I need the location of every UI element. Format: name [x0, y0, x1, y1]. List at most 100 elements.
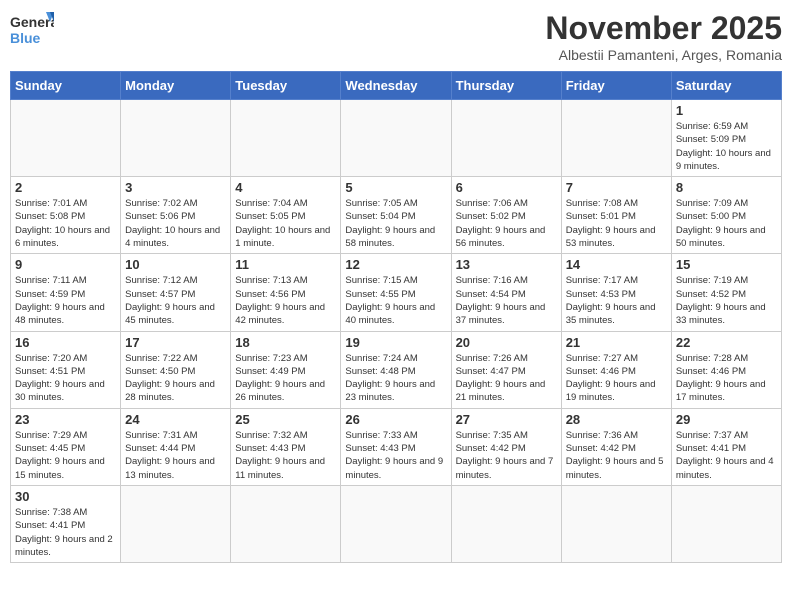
day-info: Sunrise: 7:13 AM Sunset: 4:56 PM Dayligh… [235, 274, 336, 327]
day-info: Sunrise: 7:27 AM Sunset: 4:46 PM Dayligh… [566, 352, 667, 405]
calendar-week-row: 9Sunrise: 7:11 AM Sunset: 4:59 PM Daylig… [11, 254, 782, 331]
day-info: Sunrise: 7:19 AM Sunset: 4:52 PM Dayligh… [676, 274, 777, 327]
col-header-friday: Friday [561, 72, 671, 100]
calendar-cell [341, 485, 451, 562]
day-number: 26 [345, 412, 446, 427]
calendar-cell: 29 Sunrise: 7:37 AM Sunset: 4:41 PM Dayli… [671, 408, 781, 485]
calendar-cell [121, 100, 231, 177]
calendar-cell [561, 485, 671, 562]
day-number: 28 [566, 412, 667, 427]
calendar-cell: 15 Sunrise: 7:19 AM Sunset: 4:52 PM Dayli… [671, 254, 781, 331]
calendar-cell [341, 100, 451, 177]
day-number: 17 [125, 335, 226, 350]
logo-container: General Blue [10, 10, 54, 48]
calendar-week-row: 2Sunrise: 7:01 AM Sunset: 5:08 PM Daylig… [11, 177, 782, 254]
day-number: 29 [676, 412, 777, 427]
day-info: Sunrise: 7:35 AM Sunset: 4:42 PM Dayligh… [456, 429, 557, 482]
day-number: 20 [456, 335, 557, 350]
day-number: 23 [15, 412, 116, 427]
day-number: 5 [345, 180, 446, 195]
col-header-sunday: Sunday [11, 72, 121, 100]
day-number: 13 [456, 257, 557, 272]
day-number: 9 [15, 257, 116, 272]
day-info: Sunrise: 7:17 AM Sunset: 4:53 PM Dayligh… [566, 274, 667, 327]
day-info: Sunrise: 7:37 AM Sunset: 4:41 PM Dayligh… [676, 429, 777, 482]
calendar-cell: 11Sunrise: 7:13 AM Sunset: 4:56 PM Dayli… [231, 254, 341, 331]
page-header: General Blue November 2025 Albestii Pama… [10, 10, 782, 63]
day-info: Sunrise: 7:38 AM Sunset: 4:41 PM Dayligh… [15, 506, 116, 559]
calendar-cell: 8Sunrise: 7:09 AM Sunset: 5:00 PM Daylig… [671, 177, 781, 254]
location-subtitle: Albestii Pamanteni, Arges, Romania [545, 47, 782, 63]
day-number: 4 [235, 180, 336, 195]
calendar-week-row: 23 Sunrise: 7:29 AM Sunset: 4:45 PM Dayli… [11, 408, 782, 485]
day-info: Sunrise: 7:20 AM Sunset: 4:51 PM Dayligh… [15, 352, 116, 405]
calendar-cell: 19Sunrise: 7:24 AM Sunset: 4:48 PM Dayli… [341, 331, 451, 408]
day-number: 8 [676, 180, 777, 195]
day-number: 14 [566, 257, 667, 272]
day-info: Sunrise: 7:02 AM Sunset: 5:06 PM Dayligh… [125, 197, 226, 250]
calendar-cell [451, 100, 561, 177]
day-info: Sunrise: 7:08 AM Sunset: 5:01 PM Dayligh… [566, 197, 667, 250]
day-number: 30 [15, 489, 116, 504]
calendar-cell: 4 Sunrise: 7:04 AM Sunset: 5:05 PM Daylig… [231, 177, 341, 254]
day-info: Sunrise: 7:12 AM Sunset: 4:57 PM Dayligh… [125, 274, 226, 327]
calendar-cell: 2Sunrise: 7:01 AM Sunset: 5:08 PM Daylig… [11, 177, 121, 254]
day-number: 18 [235, 335, 336, 350]
calendar-week-row: 1 Sunrise: 6:59 AM Sunset: 5:09 PM Daylig… [11, 100, 782, 177]
day-info: Sunrise: 7:33 AM Sunset: 4:43 PM Dayligh… [345, 429, 446, 482]
calendar-cell: 17Sunrise: 7:22 AM Sunset: 4:50 PM Dayli… [121, 331, 231, 408]
col-header-tuesday: Tuesday [231, 72, 341, 100]
svg-text:Blue: Blue [10, 30, 41, 46]
logo-svg: General Blue [10, 10, 54, 48]
calendar-cell [451, 485, 561, 562]
day-number: 1 [676, 103, 777, 118]
col-header-monday: Monday [121, 72, 231, 100]
day-info: Sunrise: 7:01 AM Sunset: 5:08 PM Dayligh… [15, 197, 116, 250]
day-number: 22 [676, 335, 777, 350]
calendar-cell: 10 Sunrise: 7:12 AM Sunset: 4:57 PM Dayli… [121, 254, 231, 331]
day-number: 12 [345, 257, 446, 272]
calendar-cell: 20 Sunrise: 7:26 AM Sunset: 4:47 PM Dayli… [451, 331, 561, 408]
calendar-cell [671, 485, 781, 562]
calendar-cell: 27 Sunrise: 7:35 AM Sunset: 4:42 PM Dayli… [451, 408, 561, 485]
logo: General Blue [10, 10, 54, 48]
day-number: 16 [15, 335, 116, 350]
day-info: Sunrise: 7:05 AM Sunset: 5:04 PM Dayligh… [345, 197, 446, 250]
day-info: Sunrise: 7:06 AM Sunset: 5:02 PM Dayligh… [456, 197, 557, 250]
day-number: 24 [125, 412, 226, 427]
col-header-thursday: Thursday [451, 72, 561, 100]
calendar-cell: 3 Sunrise: 7:02 AM Sunset: 5:06 PM Daylig… [121, 177, 231, 254]
day-info: Sunrise: 7:04 AM Sunset: 5:05 PM Dayligh… [235, 197, 336, 250]
day-number: 3 [125, 180, 226, 195]
day-info: Sunrise: 7:36 AM Sunset: 4:42 PM Dayligh… [566, 429, 667, 482]
day-info: Sunrise: 7:31 AM Sunset: 4:44 PM Dayligh… [125, 429, 226, 482]
calendar-cell: 16 Sunrise: 7:20 AM Sunset: 4:51 PM Dayli… [11, 331, 121, 408]
calendar-cell: 6Sunrise: 7:06 AM Sunset: 5:02 PM Daylig… [451, 177, 561, 254]
calendar-cell: 18Sunrise: 7:23 AM Sunset: 4:49 PM Dayli… [231, 331, 341, 408]
svg-text:General: General [10, 14, 54, 30]
calendar-cell: 1 Sunrise: 6:59 AM Sunset: 5:09 PM Daylig… [671, 100, 781, 177]
day-number: 19 [345, 335, 446, 350]
calendar-week-row: 30 Sunrise: 7:38 AM Sunset: 4:41 PM Dayli… [11, 485, 782, 562]
day-number: 15 [676, 257, 777, 272]
day-info: Sunrise: 7:26 AM Sunset: 4:47 PM Dayligh… [456, 352, 557, 405]
calendar-cell [231, 100, 341, 177]
calendar-cell: 23 Sunrise: 7:29 AM Sunset: 4:45 PM Dayli… [11, 408, 121, 485]
day-number: 10 [125, 257, 226, 272]
day-info: Sunrise: 7:32 AM Sunset: 4:43 PM Dayligh… [235, 429, 336, 482]
day-info: Sunrise: 6:59 AM Sunset: 5:09 PM Dayligh… [676, 120, 777, 173]
calendar-cell: 30 Sunrise: 7:38 AM Sunset: 4:41 PM Dayli… [11, 485, 121, 562]
calendar-header-row: SundayMondayTuesdayWednesdayThursdayFrid… [11, 72, 782, 100]
calendar-table: SundayMondayTuesdayWednesdayThursdayFrid… [10, 71, 782, 563]
day-number: 27 [456, 412, 557, 427]
calendar-cell: 25Sunrise: 7:32 AM Sunset: 4:43 PM Dayli… [231, 408, 341, 485]
day-info: Sunrise: 7:16 AM Sunset: 4:54 PM Dayligh… [456, 274, 557, 327]
calendar-cell [11, 100, 121, 177]
calendar-cell: 12Sunrise: 7:15 AM Sunset: 4:55 PM Dayli… [341, 254, 451, 331]
col-header-saturday: Saturday [671, 72, 781, 100]
day-info: Sunrise: 7:29 AM Sunset: 4:45 PM Dayligh… [15, 429, 116, 482]
calendar-cell: 24 Sunrise: 7:31 AM Sunset: 4:44 PM Dayli… [121, 408, 231, 485]
col-header-wednesday: Wednesday [341, 72, 451, 100]
calendar-cell: 22Sunrise: 7:28 AM Sunset: 4:46 PM Dayli… [671, 331, 781, 408]
calendar-week-row: 16 Sunrise: 7:20 AM Sunset: 4:51 PM Dayli… [11, 331, 782, 408]
